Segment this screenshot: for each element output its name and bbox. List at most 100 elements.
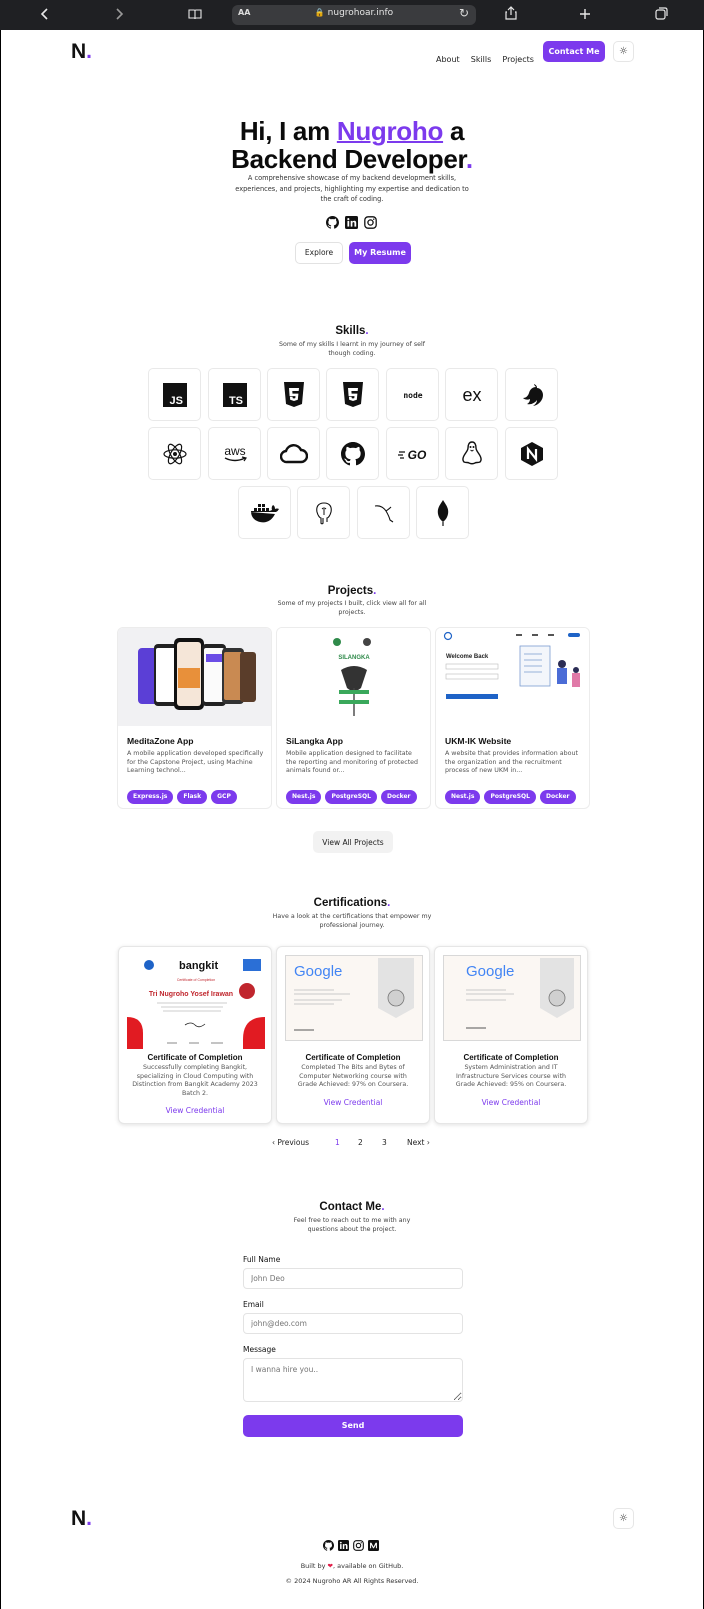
nav-skills[interactable]: Skills xyxy=(471,55,492,64)
nav-about[interactable]: About xyxy=(436,55,460,64)
instagram-icon[interactable] xyxy=(364,216,377,229)
linkedin-icon[interactable] xyxy=(345,216,358,229)
footer-built-by: Built by ❤, available on GitHub. xyxy=(300,1562,404,1570)
theme-toggle-button[interactable]: ☼ xyxy=(613,41,634,62)
skill-docker xyxy=(238,486,291,539)
address-bar[interactable]: AA 🔒 nugrohoar.info ↻ xyxy=(232,5,476,25)
skill-mysql xyxy=(357,486,410,539)
project-title: SiLangka App xyxy=(286,736,343,746)
svg-text:node: node xyxy=(403,391,422,400)
certifications-title: Certifications. xyxy=(313,897,391,909)
reload-icon[interactable]: ↻ xyxy=(459,6,469,20)
project-tags: Express.js Flask GCP xyxy=(127,783,241,804)
linkedin-icon[interactable] xyxy=(338,1540,349,1551)
nestjs-icon xyxy=(522,383,543,406)
chevron-left-icon: ‹ xyxy=(272,1138,275,1147)
email-input[interactable] xyxy=(243,1313,463,1334)
html5-icon xyxy=(283,381,304,407)
chevron-left-icon[interactable] xyxy=(30,0,60,30)
view-credential-link[interactable]: View Credential xyxy=(277,1098,429,1107)
page-border-left xyxy=(0,30,1,1609)
pagination-next[interactable]: Next › xyxy=(407,1138,430,1147)
instagram-icon[interactable] xyxy=(353,1540,364,1551)
skill-github xyxy=(326,427,379,480)
bangkit-certificate-image: bangkit Certificate of Completion Tri Nu… xyxy=(127,955,265,1049)
nav-projects[interactable]: Projects xyxy=(502,55,534,64)
javascript-icon: JS xyxy=(162,382,187,407)
cert-card-google-networking: Google Certificate of Completion Complet… xyxy=(276,946,430,1124)
message-textarea[interactable] xyxy=(243,1358,463,1402)
skill-css3 xyxy=(326,368,379,421)
svg-text:Google: Google xyxy=(466,963,514,980)
skill-postgresql xyxy=(297,486,350,539)
skill-nginx xyxy=(505,427,558,480)
certifications-subtitle: Have a look at the certifications that e… xyxy=(272,913,432,929)
pagination-page-3[interactable]: 3 xyxy=(382,1138,387,1147)
hero-socials xyxy=(326,216,378,230)
footer-theme-toggle-button[interactable]: ☼ xyxy=(613,1508,634,1529)
project-title: MeditaZone App xyxy=(127,736,194,746)
tag: Flask xyxy=(177,790,208,804)
github-icon[interactable] xyxy=(323,1540,334,1551)
medium-icon[interactable] xyxy=(368,1540,379,1551)
footer-logo[interactable]: N. xyxy=(71,1507,92,1531)
new-tab-icon[interactable] xyxy=(570,0,600,30)
tag: Nest.js xyxy=(286,790,322,804)
go-icon: GO xyxy=(397,448,426,462)
skill-aws: aws xyxy=(208,427,261,480)
hero-name: Nugroho xyxy=(336,116,444,146)
svg-text:JS: JS xyxy=(169,395,182,407)
skill-javascript: JS xyxy=(148,368,201,421)
skill-go: GO xyxy=(386,427,439,480)
explore-button[interactable]: Explore xyxy=(295,242,343,264)
book-icon[interactable] xyxy=(180,0,210,30)
svg-text:GO: GO xyxy=(407,448,426,462)
view-credential-link[interactable]: View Credential xyxy=(119,1106,271,1115)
url-text: nugrohoar.info xyxy=(327,8,394,18)
docker-icon xyxy=(250,503,279,522)
skill-nodejs: node xyxy=(386,368,439,421)
nginx-icon xyxy=(520,441,543,466)
cert-title: Certificate of Completion xyxy=(463,1053,559,1062)
project-card-silangka[interactable]: SILANGKA SiLangka App Mobile application… xyxy=(276,627,431,809)
lock-icon: 🔒 xyxy=(314,8,325,17)
google-certificate-image: Google xyxy=(285,955,423,1041)
cert-description: System Administration and IT Infrastruct… xyxy=(455,1064,567,1089)
svg-text:Google: Google xyxy=(294,963,342,980)
skill-typescript: TS xyxy=(208,368,261,421)
pagination-previous[interactable]: ‹ Previous xyxy=(272,1138,309,1147)
github-icon[interactable] xyxy=(326,216,339,229)
svg-text:bangkit: bangkit xyxy=(179,960,218,972)
tag: Express.js xyxy=(127,790,174,804)
hero-description: A comprehensive showcase of my backend d… xyxy=(235,174,469,203)
footer-copyright: © 2024 Nugroho AR All Rights Reserved. xyxy=(285,1577,419,1585)
projects-title: Projects. xyxy=(327,585,377,597)
site-logo[interactable]: N. xyxy=(71,40,92,64)
view-all-projects-button[interactable]: View All Projects xyxy=(313,831,393,853)
project-card-meditazone[interactable]: MeditaZone App A mobile application deve… xyxy=(117,627,272,809)
project-card-ukm-ik[interactable]: Welcome Back UKM-IK Website A website th… xyxy=(435,627,590,809)
chevron-right-icon[interactable] xyxy=(104,0,134,30)
project-description: Mobile application designed to facilitat… xyxy=(286,750,419,775)
footer-socials xyxy=(323,1540,383,1552)
tabs-icon[interactable] xyxy=(646,0,676,30)
send-button[interactable]: Send xyxy=(243,1415,463,1437)
contact-me-button[interactable]: Contact Me xyxy=(543,41,605,62)
cert-description: Successfully completing Bangkit, special… xyxy=(132,1064,258,1097)
svg-text:Certificate of Completion: Certificate of Completion xyxy=(177,978,215,982)
pagination-page-2[interactable]: 2 xyxy=(358,1138,363,1147)
sun-icon: ☼ xyxy=(619,46,628,57)
skill-google-cloud xyxy=(267,427,320,480)
browser-toolbar: AA 🔒 nugrohoar.info ↻ xyxy=(0,0,704,30)
my-resume-button[interactable]: My Resume xyxy=(349,242,411,264)
svg-text:Welcome Back: Welcome Back xyxy=(446,654,489,660)
share-icon[interactable] xyxy=(496,0,526,30)
full-name-input[interactable] xyxy=(243,1268,463,1289)
sun-icon: ☼ xyxy=(619,1513,628,1524)
view-credential-link[interactable]: View Credential xyxy=(435,1098,587,1107)
cert-title: Certificate of Completion xyxy=(147,1053,243,1062)
css3-icon xyxy=(342,381,363,407)
skill-linux xyxy=(445,427,498,480)
svg-text:Tri Nugroho Yosef Irawan: Tri Nugroho Yosef Irawan xyxy=(149,991,233,998)
pagination-page-1[interactable]: 1 xyxy=(335,1138,340,1147)
